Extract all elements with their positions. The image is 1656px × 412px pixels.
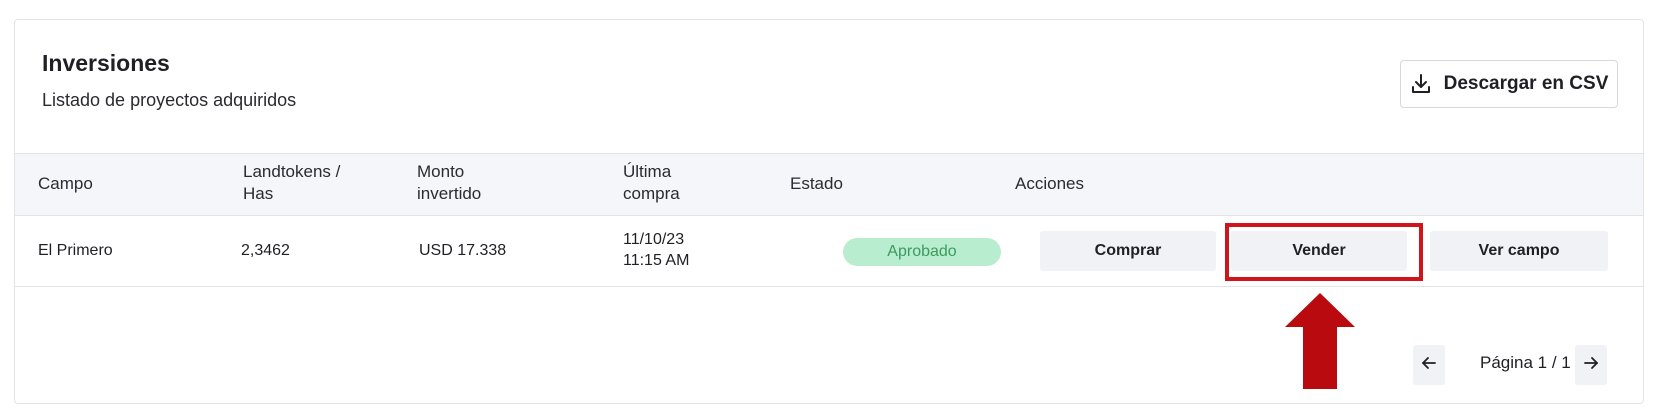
arrow-left-icon xyxy=(1421,355,1437,376)
header-landtokens-line1: Landtokens / xyxy=(243,162,341,181)
table-header: Campo Landtokens / Has Monto invertido Ú… xyxy=(15,153,1643,216)
cell-fecha: 11/10/23 xyxy=(623,231,685,248)
prev-page-button[interactable] xyxy=(1413,345,1445,385)
cell-campo: El Primero xyxy=(38,242,113,259)
card-title: Inversiones xyxy=(42,50,170,76)
ver-campo-button[interactable]: Ver campo xyxy=(1430,231,1608,271)
header-acciones: Acciones xyxy=(1015,174,1084,193)
arrow-up-icon xyxy=(1285,293,1355,394)
cell-hora: 11:15 AM xyxy=(623,252,690,269)
header-campo: Campo xyxy=(38,174,93,193)
header-ultima-line2: compra xyxy=(623,184,680,203)
header-monto-line2: invertido xyxy=(417,184,482,203)
table-row: El Primero 2,3462 USD 17.338 11/10/23 11… xyxy=(15,215,1643,287)
cell-landtokens: 2,3462 xyxy=(241,242,290,259)
header-monto: Monto invertido xyxy=(417,161,481,205)
arrow-right-icon xyxy=(1583,355,1599,376)
next-page-button[interactable] xyxy=(1575,345,1607,385)
header-monto-line1: Monto xyxy=(417,162,465,181)
header-ultima-compra: Última compra xyxy=(623,161,680,205)
investments-card: Inversiones Listado de proyectos adquiri… xyxy=(14,19,1644,404)
header-landtokens-line2: Has xyxy=(243,184,274,203)
card-subtitle: Listado de proyectos adquiridos xyxy=(42,90,297,110)
comprar-button[interactable]: Comprar xyxy=(1040,231,1216,271)
header-ultima-line1: Última xyxy=(623,162,672,181)
pagination-label: Página 1 / 1 xyxy=(1480,353,1571,372)
cell-monto: USD 17.338 xyxy=(419,242,507,259)
download-icon xyxy=(1410,73,1432,95)
header-landtokens: Landtokens / Has xyxy=(243,161,340,205)
cell-ultima-compra: 11/10/23 11:15 AM xyxy=(623,229,689,271)
download-csv-button[interactable]: Descargar en CSV xyxy=(1400,60,1618,108)
status-badge: Aprobado xyxy=(843,238,1001,266)
vender-button[interactable]: Vender xyxy=(1231,231,1407,271)
header-estado: Estado xyxy=(790,174,843,193)
download-csv-label: Descargar en CSV xyxy=(1443,73,1609,94)
